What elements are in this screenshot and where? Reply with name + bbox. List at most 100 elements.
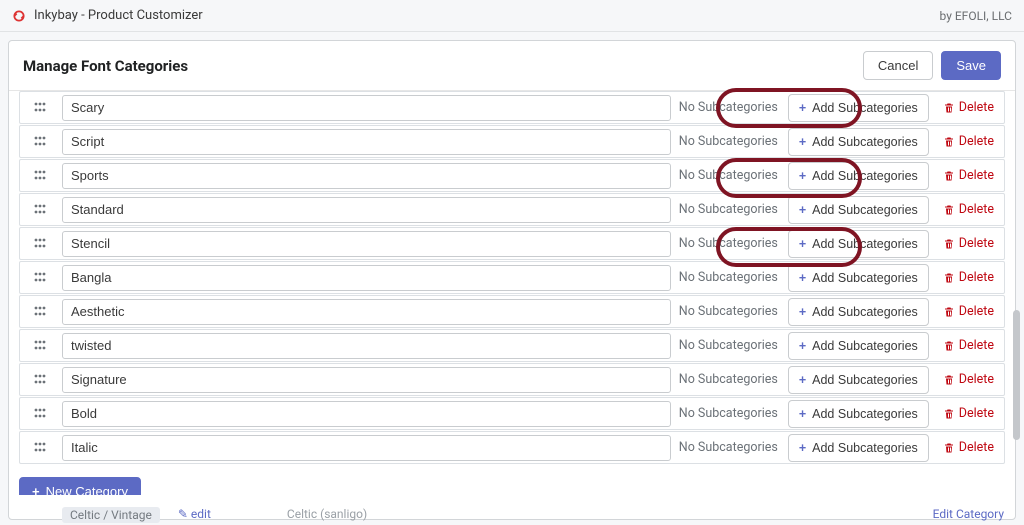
category-name-input[interactable] — [62, 435, 671, 461]
save-button[interactable]: Save — [941, 51, 1001, 80]
add-subcategories-button[interactable]: + Add Subcategories — [788, 230, 929, 258]
no-subcategories-label: No Subcategories — [679, 134, 778, 149]
drag-handle-icon[interactable] — [26, 373, 54, 387]
add-subcategories-button[interactable]: + Add Subcategories — [788, 434, 929, 462]
category-row: No Subcategories + Add Subcategories Del… — [19, 295, 1005, 328]
category-name-input[interactable] — [62, 163, 671, 189]
trash-icon — [943, 408, 955, 420]
no-subcategories-label: No Subcategories — [679, 440, 778, 455]
add-subcategories-button[interactable]: + Add Subcategories — [788, 162, 929, 190]
delete-button[interactable]: Delete — [937, 94, 1000, 122]
delete-button[interactable]: Delete — [937, 400, 1000, 428]
new-category-label: New Category — [46, 484, 128, 495]
delete-button[interactable]: Delete — [937, 264, 1000, 292]
no-subcategories-label: No Subcategories — [679, 100, 778, 115]
delete-label: Delete — [959, 100, 994, 115]
add-subcategories-button[interactable]: + Add Subcategories — [788, 400, 929, 428]
app-topbar: Inkybay - Product Customizer by EFOLI, L… — [0, 0, 1024, 32]
plus-icon: + — [799, 203, 806, 217]
delete-label: Delete — [959, 406, 994, 421]
category-name-input[interactable] — [62, 197, 671, 223]
category-name-input[interactable] — [62, 299, 671, 325]
add-subcategories-button[interactable]: + Add Subcategories — [788, 94, 929, 122]
plus-icon: + — [799, 407, 806, 421]
plus-icon: + — [799, 305, 806, 319]
trash-icon — [943, 340, 955, 352]
category-name-input[interactable] — [62, 333, 671, 359]
category-row: No Subcategories + Add Subcategories Del… — [19, 329, 1005, 362]
add-subcategories-label: Add Subcategories — [812, 203, 918, 217]
list-footer: + New Category — [9, 469, 1015, 495]
add-subcategories-label: Add Subcategories — [812, 237, 918, 251]
add-subcategories-button[interactable]: + Add Subcategories — [788, 264, 929, 292]
category-list-scroll[interactable]: No Subcategories + Add Subcategories Del… — [9, 91, 1015, 495]
no-subcategories-label: No Subcategories — [679, 236, 778, 251]
category-name-input[interactable] — [62, 129, 671, 155]
category-row: No Subcategories + Add Subcategories Del… — [19, 227, 1005, 260]
delete-button[interactable]: Delete — [937, 366, 1000, 394]
category-row: No Subcategories + Add Subcategories Del… — [19, 159, 1005, 192]
plus-icon: + — [799, 441, 806, 455]
drag-handle-icon[interactable] — [26, 169, 54, 183]
category-name-input[interactable] — [62, 95, 671, 121]
add-subcategories-label: Add Subcategories — [812, 169, 918, 183]
add-subcategories-button[interactable]: + Add Subcategories — [788, 196, 929, 224]
plus-icon: + — [32, 484, 40, 495]
app-logo-icon — [12, 9, 26, 23]
delete-label: Delete — [959, 338, 994, 353]
delete-button[interactable]: Delete — [937, 196, 1000, 224]
add-subcategories-label: Add Subcategories — [812, 441, 918, 455]
background-ghost-text: Celtic / Vintage ✎ edit Celtic (sanligo)… — [62, 507, 1004, 523]
add-subcategories-button[interactable]: + Add Subcategories — [788, 332, 929, 360]
trash-icon — [943, 374, 955, 386]
drag-handle-icon[interactable] — [26, 135, 54, 149]
no-subcategories-label: No Subcategories — [679, 202, 778, 217]
drag-handle-icon[interactable] — [26, 271, 54, 285]
cancel-button[interactable]: Cancel — [863, 51, 933, 80]
category-list: No Subcategories + Add Subcategories Del… — [9, 91, 1015, 469]
delete-button[interactable]: Delete — [937, 332, 1000, 360]
delete-button[interactable]: Delete — [937, 434, 1000, 462]
delete-button[interactable]: Delete — [937, 128, 1000, 156]
category-name-input[interactable] — [62, 265, 671, 291]
drag-handle-icon[interactable] — [26, 441, 54, 455]
drag-handle-icon[interactable] — [26, 305, 54, 319]
add-subcategories-label: Add Subcategories — [812, 373, 918, 387]
delete-label: Delete — [959, 440, 994, 455]
category-row: No Subcategories + Add Subcategories Del… — [19, 193, 1005, 226]
trash-icon — [943, 238, 955, 250]
trash-icon — [943, 136, 955, 148]
delete-button[interactable]: Delete — [937, 298, 1000, 326]
no-subcategories-label: No Subcategories — [679, 168, 778, 183]
delete-button[interactable]: Delete — [937, 230, 1000, 258]
card-title: Manage Font Categories — [23, 57, 188, 75]
drag-handle-icon[interactable] — [26, 407, 54, 421]
delete-button[interactable]: Delete — [937, 162, 1000, 190]
category-row: No Subcategories + Add Subcategories Del… — [19, 261, 1005, 294]
drag-handle-icon[interactable] — [26, 339, 54, 353]
add-subcategories-button[interactable]: + Add Subcategories — [788, 366, 929, 394]
trash-icon — [943, 272, 955, 284]
delete-label: Delete — [959, 134, 994, 149]
category-name-input[interactable] — [62, 231, 671, 257]
no-subcategories-label: No Subcategories — [679, 338, 778, 353]
drag-handle-icon[interactable] — [26, 101, 54, 115]
delete-label: Delete — [959, 236, 994, 251]
category-row: No Subcategories + Add Subcategories Del… — [19, 397, 1005, 430]
new-category-button[interactable]: + New Category — [19, 477, 141, 495]
delete-label: Delete — [959, 168, 994, 183]
category-name-input[interactable] — [62, 401, 671, 427]
category-name-input[interactable] — [62, 367, 671, 393]
drag-handle-icon[interactable] — [26, 203, 54, 217]
add-subcategories-label: Add Subcategories — [812, 101, 918, 115]
add-subcategories-button[interactable]: + Add Subcategories — [788, 128, 929, 156]
plus-icon: + — [799, 271, 806, 285]
category-row: No Subcategories + Add Subcategories Del… — [19, 125, 1005, 158]
drag-handle-icon[interactable] — [26, 237, 54, 251]
add-subcategories-label: Add Subcategories — [812, 339, 918, 353]
add-subcategories-label: Add Subcategories — [812, 305, 918, 319]
delete-label: Delete — [959, 202, 994, 217]
add-subcategories-button[interactable]: + Add Subcategories — [788, 298, 929, 326]
app-title: Inkybay - Product Customizer — [34, 8, 203, 23]
trash-icon — [943, 102, 955, 114]
